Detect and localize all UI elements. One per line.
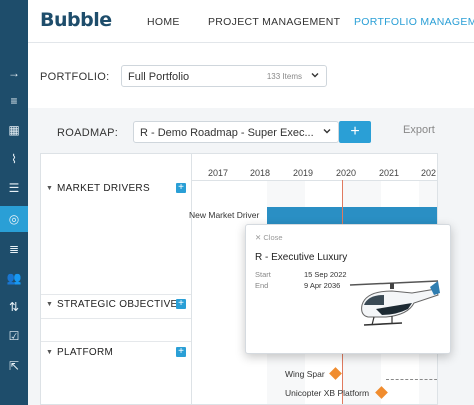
helicopter-image bbox=[349, 280, 440, 326]
caret-down-icon[interactable]: ▼ bbox=[46, 301, 53, 308]
people-icon[interactable]: 👥 bbox=[0, 265, 28, 291]
item-detail-popup: ✕ Close R - Executive Luxury Start 15 Se… bbox=[245, 224, 451, 354]
export-button[interactable]: Export bbox=[403, 124, 435, 136]
year-label: 202 bbox=[421, 168, 437, 178]
milestone-diamond[interactable] bbox=[329, 367, 342, 380]
year-label: 2020 bbox=[336, 168, 357, 178]
top-header: Bubble HOME PROJECT MANAGEMENT PORTFOLIO… bbox=[28, 0, 474, 43]
chevron-down-icon bbox=[323, 129, 331, 134]
sort-icon[interactable]: ⇅ bbox=[0, 294, 28, 320]
checklist-icon[interactable]: ☑ bbox=[0, 323, 28, 349]
start-value: 15 Sep 2022 bbox=[304, 270, 347, 279]
list-add-icon[interactable]: ≡ bbox=[0, 88, 28, 114]
year-label: 2018 bbox=[250, 168, 271, 178]
divider bbox=[41, 318, 191, 319]
close-button[interactable]: ✕ Close bbox=[255, 233, 283, 242]
nav-home[interactable]: HOME bbox=[147, 16, 180, 28]
lines-icon[interactable]: ≣ bbox=[0, 236, 28, 262]
close-label: Close bbox=[263, 233, 283, 242]
portfolio-select[interactable]: Full Portfolio 133 Items bbox=[121, 65, 327, 87]
bar-label: New Market Driver bbox=[189, 210, 260, 220]
portfolio-select-value: Full Portfolio bbox=[128, 71, 190, 83]
group-platform[interactable]: ▼ PLATFORM + bbox=[41, 344, 191, 364]
divider bbox=[41, 294, 191, 295]
caret-down-icon[interactable]: ▼ bbox=[46, 349, 53, 356]
year-label: 2019 bbox=[293, 168, 314, 178]
start-label: Start bbox=[255, 270, 271, 279]
roadmap-select[interactable]: R - Demo Roadmap - Super Exec... bbox=[133, 121, 339, 143]
roadmap-bar-market-driver[interactable] bbox=[267, 207, 437, 224]
end-value: 9 Apr 2036 bbox=[304, 281, 341, 290]
roadmap-label: ROADMAP: bbox=[57, 127, 119, 139]
roadmap-select-value: R - Demo Roadmap - Super Exec... bbox=[140, 127, 314, 139]
left-rail: → ≡ ▦ ⌇ ☰ ◎ ≣ 👥 ⇅ ☑ ⇱ bbox=[0, 0, 28, 405]
portfolio-label: PORTFOLIO: bbox=[40, 71, 110, 83]
group-name: MARKET DRIVERS bbox=[57, 183, 150, 194]
year-label: 2017 bbox=[208, 168, 229, 178]
milestone-label: Unicopter XB Platform bbox=[285, 388, 370, 398]
add-item-icon[interactable]: + bbox=[176, 299, 186, 309]
add-roadmap-button[interactable]: + bbox=[339, 121, 371, 143]
nav-portfolio-management[interactable]: PORTFOLIO MANAGEM bbox=[354, 16, 474, 28]
app-logo[interactable]: Bubble bbox=[40, 9, 112, 31]
year-axis: 2017 2018 2019 2020 2021 202 bbox=[191, 154, 437, 181]
group-name: PLATFORM bbox=[57, 347, 114, 358]
divider bbox=[41, 341, 191, 342]
group-strategic-objectives[interactable]: ▼ STRATEGIC OBJECTIVES + bbox=[41, 296, 191, 316]
dependency-line bbox=[386, 379, 437, 392]
group-name: STRATEGIC OBJECTIVES bbox=[57, 299, 185, 310]
compass-icon[interactable]: ◎ bbox=[0, 206, 28, 232]
end-label: End bbox=[255, 281, 269, 290]
group-column: ▼ MARKET DRIVERS + ▼ STRATEGIC OBJECTIVE… bbox=[41, 154, 192, 404]
add-item-icon[interactable]: + bbox=[176, 347, 186, 357]
bullet-list-icon[interactable]: ☰ bbox=[0, 175, 28, 201]
year-label: 2021 bbox=[379, 168, 400, 178]
arrow-right-icon[interactable]: → bbox=[0, 60, 28, 86]
group-market-drivers[interactable]: ▼ MARKET DRIVERS + bbox=[41, 180, 191, 200]
nav-project-management[interactable]: PROJECT MANAGEMENT bbox=[208, 16, 340, 28]
portfolio-item-count: 133 Items bbox=[266, 72, 302, 81]
line-chart-icon[interactable]: ⌇ bbox=[0, 146, 28, 172]
export-icon[interactable]: ⇱ bbox=[0, 353, 28, 379]
add-item-icon[interactable]: + bbox=[176, 183, 186, 193]
chevron-down-icon bbox=[311, 73, 319, 78]
caret-down-icon[interactable]: ▼ bbox=[46, 185, 53, 192]
dashboard-icon[interactable]: ▦ bbox=[0, 117, 28, 143]
milestone-label: Wing Spar bbox=[285, 369, 325, 379]
popup-title: R - Executive Luxury bbox=[255, 252, 348, 263]
